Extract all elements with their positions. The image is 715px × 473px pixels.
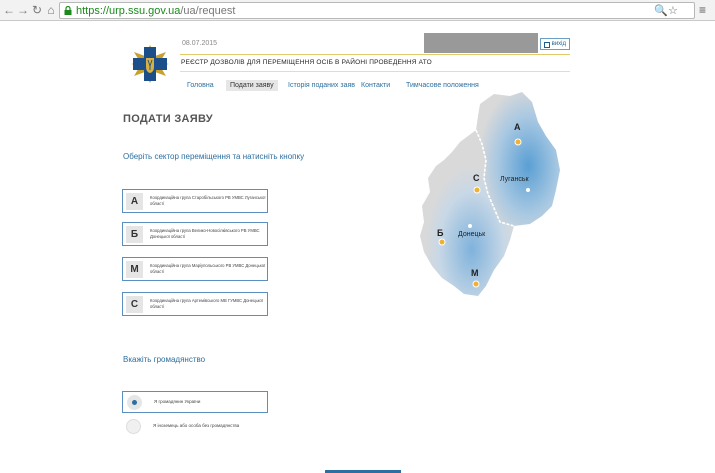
forward-arrow-icon[interactable]: → [16, 3, 30, 17]
sector-button-b[interactable]: Б Координаційна група Велико-Новосілківс… [122, 222, 268, 246]
sector-description: Координаційна група Велико-Новосілківськ… [150, 228, 260, 239]
header-gold-line [180, 54, 570, 55]
city-label-luhansk: Луганськ [500, 176, 529, 183]
sector-button-s[interactable]: С Координаційна група Артемівського МВ Г… [122, 292, 268, 316]
citizenship-option-ukraine[interactable]: Я громадянин України [122, 391, 268, 413]
radio-selected-dot [132, 400, 137, 405]
page-title: ПОДАТИ ЗАЯВУ [123, 113, 213, 125]
sector-letter: Б [126, 226, 143, 243]
citizenship-option-label: Я іноземець або особа без громадянства [153, 423, 240, 428]
reload-icon[interactable]: ↻ [30, 3, 44, 17]
region-map-graphic [420, 92, 560, 296]
sector-map: А С Б М Луганськ Донецьк [414, 90, 574, 300]
address-bar[interactable]: https://urp.ssu.gov.ua/ua/request 🔍 ☆ [59, 2, 695, 19]
map-label-s: С [473, 173, 480, 183]
map-label-b: Б [437, 228, 444, 238]
browser-menu-icon[interactable]: ≡ [699, 3, 711, 17]
city-dot-luhansk [526, 188, 530, 192]
sector-button-m[interactable]: М Координаційна група Маріупольського РВ… [122, 257, 268, 281]
ssu-emblem-logo [131, 45, 169, 83]
registry-title: РЕЄСТР ДОЗВОЛІВ ДЛЯ ПЕРЕМІЩЕННЯ ОСІБ В Р… [181, 59, 432, 66]
redacted-user-area [424, 33, 538, 53]
sector-description: Координаційна група Маріупольського РВ У… [150, 263, 266, 274]
bookmark-star-icon[interactable]: ☆ [668, 4, 678, 18]
home-icon[interactable]: ⌂ [44, 3, 58, 17]
zoom-icon[interactable]: 🔍 [654, 4, 668, 18]
radio-button[interactable] [126, 419, 141, 434]
sector-description: Координаційна група Старобільського РВ У… [150, 195, 266, 206]
sector-marker-m[interactable] [472, 280, 480, 288]
sector-letter: А [126, 193, 143, 210]
back-arrow-icon[interactable]: ← [2, 3, 16, 17]
header-date: 08.07.2015 [182, 40, 218, 47]
sector-description: Координаційна група Артемівського МВ ГУМ… [150, 298, 264, 309]
menu-item-home[interactable]: Головна [183, 80, 218, 91]
lock-icon [64, 6, 72, 15]
radio-button[interactable] [127, 395, 142, 410]
citizenship-heading: Вкажіть громадянство [123, 355, 206, 364]
citizenship-option-label: Я громадянин України [154, 399, 201, 404]
header-divider [180, 71, 570, 72]
menu-item-history[interactable]: Історія поданих заяв [284, 80, 359, 91]
citizenship-option-foreigner[interactable]: Я іноземець або особа без громадянства [122, 416, 268, 438]
sector-marker-a[interactable] [514, 138, 522, 146]
menu-item-submit-request[interactable]: Подати заяву [226, 80, 278, 91]
city-label-donetsk: Донецьк [458, 231, 486, 238]
exit-button[interactable]: вихід [540, 38, 570, 50]
sector-letter: С [126, 296, 143, 313]
sector-instruction: Оберіть сектор переміщення та натисніть … [123, 152, 305, 161]
url-text: https://urp.ssu.gov.ua/ua/request [76, 5, 236, 17]
map-label-m: М [471, 268, 479, 278]
sector-marker-b[interactable] [438, 238, 446, 246]
map-label-a: А [514, 122, 521, 132]
city-dot-donetsk [468, 224, 472, 228]
sector-marker-s[interactable] [473, 186, 481, 194]
browser-toolbar: ← → ↻ ⌂ https://urp.ssu.gov.ua/ua/reques… [0, 0, 715, 21]
sector-letter: М [126, 261, 143, 278]
menu-item-contacts[interactable]: Контакти [357, 80, 394, 91]
sector-button-a[interactable]: А Координаційна група Старобільського РВ… [122, 189, 268, 213]
